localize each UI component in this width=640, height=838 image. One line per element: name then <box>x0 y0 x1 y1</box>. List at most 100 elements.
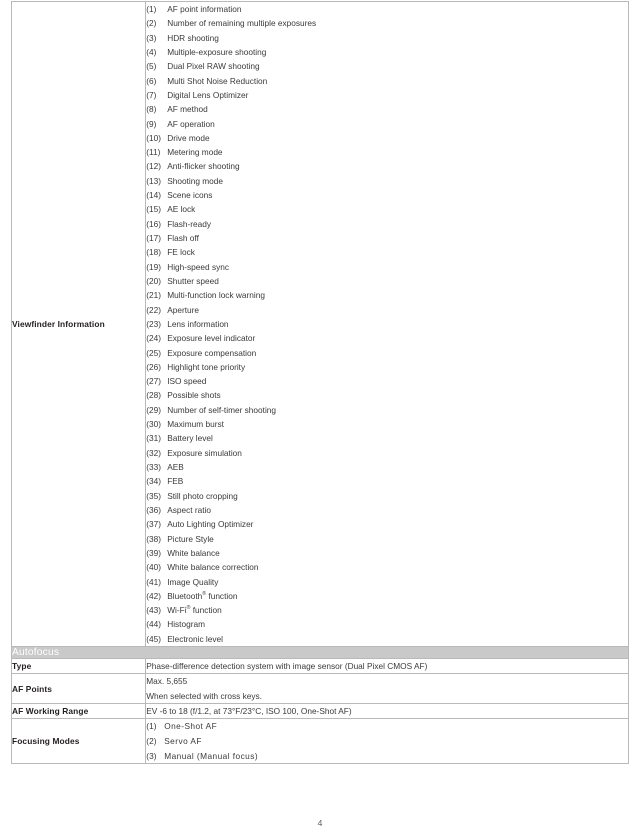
list-item-label: Digital Lens Optimizer <box>167 89 249 100</box>
list-item-label: HDR shooting <box>167 32 219 43</box>
row-label-viewfinder-information: Viewfinder Information <box>10 0 147 648</box>
table-row-type: Type Phase-difference detection system w… <box>10 658 629 675</box>
list-item-number: (17) <box>146 233 161 243</box>
list-item-number: (4) <box>146 46 157 57</box>
list-item-number: (3) <box>146 750 157 761</box>
list-item: (33) AEB <box>146 460 628 474</box>
row-value-focusing-modes: (1) One-Shot AF (2) Servo AF (3) Manual (Manu… <box>145 718 629 765</box>
list-item: (30) Maximum burst <box>146 417 628 431</box>
list-item-label: Shooting mode <box>167 175 224 186</box>
list-item: (16) Flash-ready <box>146 217 628 231</box>
list-item: (29) Number of self-timer shooting <box>146 403 628 417</box>
list-item: (23) Lens information <box>146 317 628 331</box>
list-item-label: White balance correction <box>167 562 259 573</box>
list-item: (11) Metering mode <box>146 145 628 159</box>
list-item: (40) White balance correction <box>146 560 628 574</box>
row-label-af-working-range: AF Working Range <box>10 702 147 720</box>
list-item-number: (12) <box>146 161 161 172</box>
list-item-label: Possible shots <box>167 390 221 401</box>
list-item-number: (15) <box>146 204 161 215</box>
list-item-label: AEB <box>167 462 184 472</box>
list-item-number: (24) <box>146 333 161 344</box>
viewfinder-information-list: (1) AF point information (2) Number of rema… <box>146 2 628 646</box>
list-item: (3) HDR shooting <box>146 31 628 45</box>
list-item-number: (26) <box>146 361 161 372</box>
list-item: (12) Anti-flicker shooting <box>146 159 628 173</box>
specification-page: Viewfinder Information (1) AF point infor… <box>0 0 640 838</box>
list-item-label: Aperture <box>167 304 200 315</box>
list-item-number: (35) <box>146 490 161 501</box>
row-label-type: Type <box>10 658 147 675</box>
list-item-number: (43) <box>146 605 161 616</box>
list-item: (44) Histogram <box>146 617 628 631</box>
list-item-label: Exposure level indicator <box>167 333 256 344</box>
page-number: 4 <box>317 818 323 828</box>
list-item-number: (1) <box>146 4 157 14</box>
list-item: (43) Wi-Fi® function <box>146 603 628 617</box>
list-item-number: (7) <box>146 89 157 100</box>
list-item-label: Metering mode <box>167 147 223 158</box>
section-header-autofocus: Autofocus <box>11 646 629 660</box>
list-item-number: (21) <box>146 290 161 301</box>
list-item-number: (6) <box>146 75 157 86</box>
list-item: (13) Shooting mode <box>146 174 628 188</box>
list-item: (14) Scene icons <box>146 188 628 202</box>
list-item: (15) AE lock <box>146 202 628 216</box>
list-item-number: (38) <box>146 533 161 544</box>
specifications-table: Viewfinder Information (1) AF point infor… <box>10 0 629 765</box>
list-item: (4) Multiple-exposure shooting <box>146 45 628 59</box>
list-item: (31) Battery level <box>146 431 628 445</box>
list-item-number: (20) <box>146 275 161 286</box>
list-item-label: Number of remaining multiple exposures <box>167 18 317 29</box>
list-item-number: (41) <box>146 576 161 587</box>
list-item-label: AE lock <box>167 204 196 215</box>
list-item-number: (9) <box>146 118 157 129</box>
list-item-number: (3) <box>146 32 157 43</box>
list-item-number: (44) <box>146 619 161 630</box>
list-item-label: Maximum burst <box>167 419 224 430</box>
list-item: (45) Electronic level <box>146 632 628 646</box>
list-item: (1) One-Shot AF <box>146 719 628 734</box>
list-item-number: (13) <box>146 175 161 186</box>
list-item-number: (29) <box>146 404 161 415</box>
list-item-label: Anti-flicker shooting <box>167 161 240 172</box>
list-item-label: Aspect ratio <box>167 504 212 515</box>
list-item-label: Servo AF <box>164 735 202 746</box>
list-item-label: Picture Style <box>167 533 214 544</box>
list-item: (25) Exposure compensation <box>146 346 628 360</box>
list-item-number: (37) <box>146 519 161 530</box>
list-item-label: Flash off <box>167 233 199 243</box>
list-item-number: (39) <box>146 547 161 558</box>
list-item-number: (25) <box>146 347 161 358</box>
list-item: (36) Aspect ratio <box>146 503 628 517</box>
list-item-number: (32) <box>146 447 161 458</box>
list-item: (32) Exposure simulation <box>146 446 628 460</box>
list-item-number: (2) <box>146 18 157 29</box>
list-item-label: High-speed sync <box>167 261 230 272</box>
list-item-label: Multi Shot Noise Reduction <box>167 75 268 86</box>
list-item: (24) Exposure level indicator <box>146 331 628 345</box>
list-item-label: Auto Lighting Optimizer <box>167 519 254 530</box>
list-item-number: (16) <box>146 218 161 229</box>
list-item-label: Multi-function lock warning <box>167 290 265 301</box>
list-item-label: White balance <box>167 547 220 558</box>
table-row-af-working-range: AF Working Range EV -6 to 18 (f/1.2, at … <box>10 702 629 720</box>
list-item-label: Exposure compensation <box>167 347 257 358</box>
list-item-label: AF method <box>167 104 208 115</box>
list-item: (10) Drive mode <box>146 131 628 145</box>
list-item: (3) Manual (Manual focus) <box>146 749 628 764</box>
list-item-number: (28) <box>146 390 161 401</box>
table-row-focusing-modes: Focusing Modes (1) One-Shot AF (2) Servo AF… <box>10 718 629 765</box>
table-row-viewfinder-information: Viewfinder Information (1) AF point infor… <box>10 0 629 648</box>
list-item-number: (31) <box>146 433 161 444</box>
list-item-label: Bluetooth <box>167 590 203 601</box>
list-item: (7) Digital Lens Optimizer <box>146 88 628 102</box>
list-item: (28) Possible shots <box>146 388 628 402</box>
list-item: (27) ISO speed <box>146 374 628 388</box>
list-item: (39) White balance <box>146 546 628 560</box>
list-item: (17) Flash off <box>146 231 628 245</box>
list-item: (41) Image Quality <box>146 575 628 589</box>
list-item: (20) Shutter speed <box>146 274 628 288</box>
list-item: (18) FE lock <box>146 245 628 259</box>
list-item-label: Histogram <box>167 619 206 630</box>
